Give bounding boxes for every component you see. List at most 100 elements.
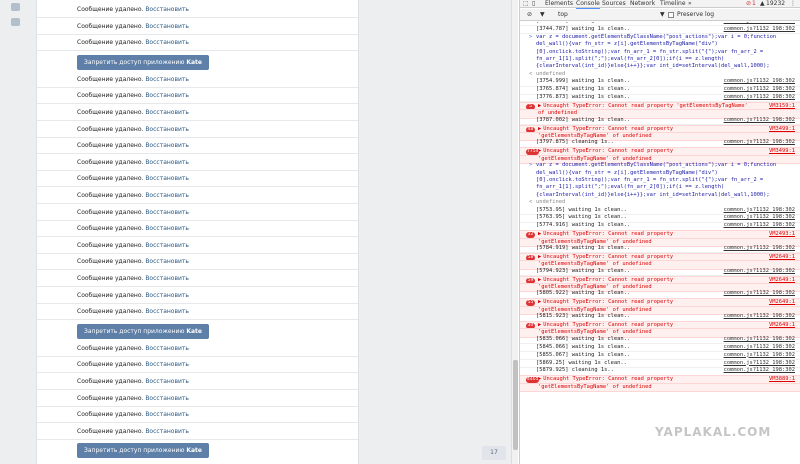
source-link[interactable]: common.js?1132_198:302 — [724, 245, 795, 252]
deleted-text: Сообщение удалено. — [77, 6, 146, 13]
restore-link[interactable]: Восстановить — [145, 308, 189, 315]
deleted-post-row: Сообщение удалено. Восстановить — [37, 460, 358, 464]
source-link[interactable]: common.js?1132_198:302 — [724, 94, 795, 101]
source-link[interactable]: common.js?1132_198:302 — [724, 26, 795, 33]
expand-icon[interactable]: ▶ — [538, 231, 541, 237]
restore-link[interactable]: Восстановить — [145, 92, 189, 99]
source-link[interactable]: common.js?1132_198:302 — [724, 214, 795, 221]
source-link[interactable]: common.js?1132_198:302 — [724, 367, 795, 374]
preserve-log-label: Preserve log — [677, 11, 715, 18]
restore-link[interactable]: Восстановить — [145, 192, 189, 199]
restore-link[interactable]: Восстановить — [145, 345, 189, 352]
restore-link[interactable]: Восстановить — [145, 23, 189, 30]
restore-link[interactable]: Восстановить — [145, 109, 189, 116]
deny-kate-mobile-button[interactable]: Запретить доступ приложению Kate Mobile — [77, 443, 209, 464]
deleted-post-row: Сообщение удалено. Восстановить — [37, 374, 358, 390]
watermark: YAPLAKAL.COM — [655, 425, 772, 439]
vk-page: Сообщение удалено. Восстановить Сообщение… — [0, 0, 518, 464]
restore-link[interactable]: Восстановить — [145, 395, 189, 402]
deleted-post-row: Сообщение удалено. Восстановить — [37, 357, 358, 374]
deleted-text: Сообщение удалено. — [77, 427, 146, 435]
context-dropdown-icon[interactable]: ▼ — [660, 9, 665, 21]
deleted-post-row: Сообщение удалено. Восстановить — [37, 122, 358, 138]
console-input-line: > var z = document.getElementsByClassName… — [529, 162, 777, 169]
restore-link[interactable]: Восстановить — [145, 378, 189, 385]
source-link[interactable]: common.js?1132_198:302 — [724, 352, 795, 359]
expand-icon[interactable]: ▶ — [538, 277, 541, 283]
deleted-text: Сообщение удалено. — [77, 225, 146, 233]
console-error-line: 'getElementsByTagName' of undefined — [520, 382, 800, 393]
devtools-panel: ⬚ ▯ Elements Console Sources Network Tim… — [519, 0, 800, 464]
console-input-line: del_wall(){var fn_str = z[i].getElements… — [536, 41, 718, 48]
preserve-log-checkbox[interactable] — [668, 12, 674, 18]
device-icon[interactable]: ▯ — [532, 0, 535, 8]
restore-link[interactable]: Восстановить — [145, 159, 189, 166]
console-input-line: {clearInterval(int_id)}else{i++}};var in… — [536, 63, 770, 70]
deleted-post-row: Сообщение удалено. Восстановить — [37, 304, 358, 321]
source-link[interactable]: common.js?1132_198:302 — [724, 78, 795, 85]
tab-network[interactable]: Network — [630, 0, 655, 8]
filter-icon[interactable]: ▼ — [540, 9, 545, 21]
restore-link[interactable]: Восстановить — [145, 361, 189, 368]
restore-link[interactable]: Восстановить — [145, 175, 189, 182]
source-link[interactable]: common.js?1132_198:302 — [724, 207, 795, 214]
deny-kate-mobile-button[interactable]: Запретить доступ приложению Kate Mobile — [77, 54, 209, 81]
restore-link[interactable]: Восстановить — [145, 428, 189, 435]
source-link[interactable]: common.js?1132_198:302 — [724, 336, 795, 343]
restore-link[interactable]: Восстановить — [145, 242, 189, 249]
deleted-text: Сообщение удалено. — [77, 208, 146, 216]
messages-icon[interactable] — [11, 18, 20, 26]
page-counter-badge[interactable]: 17 — [482, 446, 506, 460]
wall-feed: Сообщение удалено. Восстановить Сообщение… — [36, 0, 359, 464]
more-menu-icon[interactable]: ⋮ — [790, 0, 796, 8]
deleted-text: Сообщение удалено. — [77, 175, 146, 183]
source-link[interactable]: common.js?1132_198:302 — [724, 22, 795, 25]
scrollbar-thumb[interactable] — [513, 360, 518, 450]
deleted-post-row: Сообщение удалено. Восстановить — [37, 138, 358, 155]
restore-link[interactable]: Восстановить — [145, 411, 189, 418]
restore-link[interactable]: Восстановить — [145, 6, 189, 13]
restore-link[interactable]: Восстановить — [145, 39, 189, 46]
more-tabs[interactable]: » — [688, 0, 692, 8]
expand-icon[interactable]: ▶ — [538, 254, 541, 260]
expand-icon[interactable]: ▶ — [538, 103, 541, 109]
deleted-text: Сообщение удалено. — [77, 39, 146, 47]
inspect-icon[interactable]: ⬚ — [523, 0, 529, 8]
source-link[interactable]: common.js?1132_198:302 — [724, 117, 795, 124]
source-link[interactable]: common.js?1132_198:302 — [724, 344, 795, 351]
restore-link[interactable]: Восстановить — [145, 258, 189, 265]
deleted-text: Сообщение удалено. — [77, 22, 146, 30]
restore-link[interactable]: Восстановить — [145, 142, 189, 149]
deleted-post-row: Сообщение удалено. Восстановить — [37, 171, 358, 188]
source-link[interactable]: common.js?1132_198:302 — [724, 86, 795, 93]
source-link[interactable]: common.js?1132_198:302 — [724, 222, 795, 229]
tab-timeline[interactable]: Timeline — [660, 0, 686, 8]
deleted-text: Сообщение удалено. — [77, 344, 146, 352]
restore-link[interactable]: Восстановить — [145, 275, 189, 282]
deleted-post-row: Сообщение удалено. Восстановить — [37, 155, 358, 171]
source-link[interactable]: common.js?1132_198:302 — [724, 290, 795, 297]
nav-icon[interactable] — [11, 3, 20, 11]
expand-icon[interactable]: ▶ — [538, 299, 541, 305]
tab-elements[interactable]: Elements — [545, 0, 573, 8]
expand-icon[interactable]: ▶ — [538, 126, 541, 132]
restore-link[interactable]: Восстановить — [145, 209, 189, 216]
deleted-post-row: Сообщение удалено. Восстановить — [37, 221, 358, 238]
restore-link[interactable]: Восстановить — [145, 126, 189, 133]
context-select[interactable]: top — [558, 9, 568, 21]
tab-sources[interactable]: Sources — [602, 0, 626, 8]
expand-icon[interactable]: ▶ — [538, 322, 541, 328]
source-link[interactable]: common.js?1132_198:302 — [724, 268, 795, 275]
restore-link[interactable]: Восстановить — [145, 225, 189, 232]
source-link[interactable]: common.js?1132_198:302 — [724, 313, 795, 320]
deleted-post-row: Сообщение удалено. Восстановить — [37, 288, 358, 304]
clear-console-icon[interactable]: ⊘ — [527, 9, 532, 21]
deleted-post-row: Сообщение удалено. Восстановить — [37, 2, 358, 18]
restore-link[interactable]: Восстановить — [145, 292, 189, 299]
deleted-post-row: Сообщение удалено. Восстановить — [37, 254, 358, 271]
page-scrollbar[interactable] — [511, 0, 518, 464]
restore-link[interactable]: Восстановить — [145, 76, 189, 83]
source-link[interactable]: common.js?1132_198:302 — [724, 139, 795, 146]
source-link[interactable]: common.js?1132_198:302 — [724, 360, 795, 367]
deny-kate-mobile-button[interactable]: Запретить доступ приложению Kate Mobile — [77, 323, 209, 350]
